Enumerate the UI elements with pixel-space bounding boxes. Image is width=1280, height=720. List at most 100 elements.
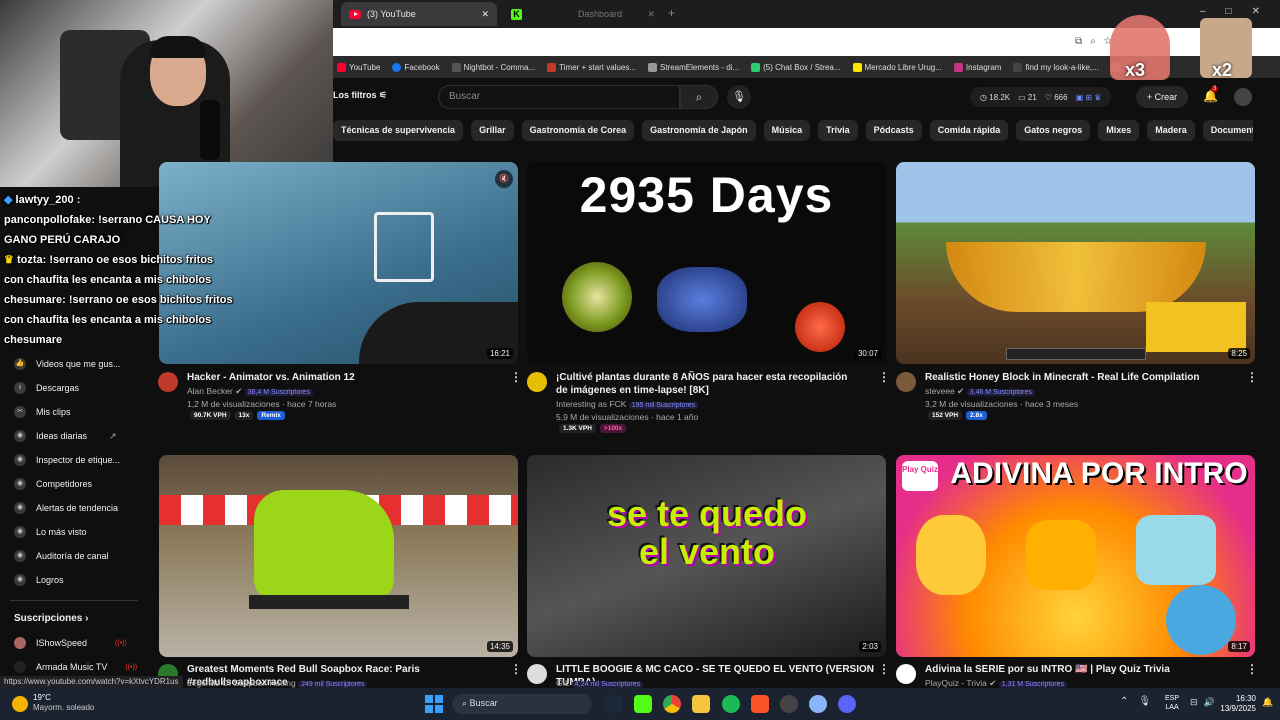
window-controls[interactable]: –□✕ bbox=[1200, 6, 1280, 17]
tray-status-icons[interactable]: ⊟🔊 bbox=[1190, 697, 1221, 708]
video-title[interactable]: ¡Cultivé plantas durante 8 AÑOS para hac… bbox=[556, 371, 856, 397]
chip[interactable]: Gatos negros bbox=[1016, 120, 1091, 141]
chip[interactable]: Trivia bbox=[818, 120, 858, 141]
sidebar-item-achievements[interactable]: ◉ Logros bbox=[14, 569, 64, 591]
subscriptions-heading[interactable]: Suscripciones › bbox=[14, 613, 88, 624]
filters-button[interactable]: Los filtros ⚟ bbox=[333, 90, 387, 101]
video-thumbnail[interactable]: se te quedo el vento 2:03 bbox=[527, 455, 886, 657]
subscriber-count: 249 mil Suscriptores bbox=[298, 681, 368, 688]
channel-avatar[interactable] bbox=[158, 372, 178, 392]
video-thumbnail[interactable]: 8:25 bbox=[896, 162, 1255, 364]
chrome-icon[interactable] bbox=[663, 695, 681, 713]
search-button[interactable]: ⌕ bbox=[680, 85, 718, 109]
channel-avatar[interactable] bbox=[896, 372, 916, 392]
sidebar-item-most-viewed[interactable]: ◉ Lo más visto bbox=[14, 521, 87, 543]
bookmark-timer[interactable]: Timer + start values... bbox=[547, 62, 636, 72]
extension-icons[interactable]: ▣ ⊞ ♛ bbox=[1076, 93, 1102, 102]
voice-search-button[interactable]: 🎙 bbox=[727, 85, 751, 109]
chip[interactable]: Técnicas de supervivencia bbox=[333, 120, 464, 141]
tab-youtube[interactable]: (3) YouTube ✕ bbox=[341, 2, 497, 26]
more-options-icon[interactable]: ⋮ bbox=[1246, 370, 1258, 384]
video-thumbnail[interactable]: 2935 Days 30:07 bbox=[527, 162, 886, 364]
language-indicator[interactable]: ESP LAA bbox=[1165, 694, 1179, 712]
close-tab-icon[interactable]: ✕ bbox=[481, 9, 489, 20]
channel-avatar[interactable] bbox=[527, 372, 547, 392]
kick-icon[interactable] bbox=[634, 695, 652, 713]
sidebar-item-liked[interactable]: 👍 Videos que me gus... bbox=[14, 353, 120, 375]
taskbar-search[interactable]: ⌕ Buscar bbox=[452, 694, 592, 714]
sidebar-item-ideas[interactable]: ◉ Ideas diarias ↗ bbox=[14, 425, 117, 447]
chip[interactable]: Documentales sobre naturaleza bbox=[1202, 120, 1253, 141]
sidebar-sub-ishowspeed[interactable]: IShowSpeed ((•)) bbox=[14, 632, 127, 654]
video-title[interactable]: Hacker - Animator vs. Animation 12 bbox=[187, 371, 497, 384]
sidebar-item-inspector[interactable]: ◉ Inspector de etique... bbox=[14, 449, 120, 471]
download-icon: ⭳ bbox=[14, 382, 26, 394]
bookmark-facebook[interactable]: Facebook bbox=[392, 62, 440, 72]
channel-avatar[interactable] bbox=[896, 664, 916, 684]
weather-icon[interactable] bbox=[12, 696, 28, 712]
video-title[interactable]: Realistic Honey Block in Minecraft - Rea… bbox=[925, 371, 1225, 384]
audit-icon: ◉ bbox=[14, 550, 26, 562]
webcam-overlay bbox=[0, 0, 333, 187]
bookmark-chatbox[interactable]: (5) Chat Box / Strea... bbox=[751, 62, 841, 72]
chip[interactable]: Grillar bbox=[471, 120, 514, 141]
discord-icon[interactable] bbox=[838, 695, 856, 713]
channel-avatar bbox=[14, 637, 26, 649]
video-thumbnail[interactable]: Play Quiz ADIVINA POR INTRO 8:17 bbox=[896, 455, 1255, 657]
bookmark-mercadolibre[interactable]: Mercado Libre Urug... bbox=[852, 62, 942, 72]
mute-icon[interactable]: 🔇 bbox=[495, 170, 513, 188]
video-channel[interactable]: steveee ✔ 3,46 M Suscriptores bbox=[925, 385, 1035, 399]
obs-icon[interactable] bbox=[780, 695, 798, 713]
remix-tag[interactable]: Remix bbox=[257, 411, 285, 420]
chip[interactable]: Gastronomía de Japón bbox=[642, 120, 756, 141]
folder-icon[interactable] bbox=[692, 695, 710, 713]
bookmark-streamelements[interactable]: StreamElements - di... bbox=[648, 62, 739, 72]
sidebar-item-alerts[interactable]: ◉ Alertas de tendencia bbox=[14, 497, 118, 519]
notification-center-icon[interactable]: 🔔 bbox=[1262, 697, 1273, 708]
bookmark-youtube[interactable]: YouTube bbox=[337, 62, 380, 72]
steam-icon[interactable] bbox=[604, 695, 622, 713]
weather-widget[interactable]: 19°C Mayorm. soleado bbox=[33, 693, 94, 713]
live-icon: ((•)) bbox=[115, 639, 127, 647]
windows-start-icon[interactable] bbox=[425, 695, 443, 713]
system-tray-icons[interactable]: ⌃🎙 bbox=[1120, 696, 1161, 707]
tomato-graphic bbox=[795, 302, 845, 352]
app-icon[interactable] bbox=[809, 695, 827, 713]
sidebar-item-downloads[interactable]: ⭳ Descargas bbox=[14, 377, 79, 399]
video-channel[interactable]: Interesting as FCK 195 mil Suscriptores bbox=[556, 398, 699, 412]
sidebar-item-clips[interactable]: ✂ Mis clips bbox=[14, 401, 71, 423]
chip[interactable]: Pódcasts bbox=[865, 120, 922, 141]
create-button[interactable]: + Crear bbox=[1136, 86, 1188, 108]
bookmark-instagram[interactable]: Instagram bbox=[953, 62, 1001, 72]
video-title[interactable]: Adivina la SERIE por su INTRO 🇺🇸 | Play … bbox=[925, 663, 1245, 676]
search-input[interactable]: Buscar bbox=[438, 85, 680, 109]
sidebar-item-audit[interactable]: ◉ Auditoría de canal bbox=[14, 545, 109, 567]
close-tab-icon[interactable]: ✕ bbox=[647, 9, 655, 20]
video-channel[interactable]: Alan Becker ✔ 36,4 M Suscriptores bbox=[187, 385, 313, 399]
more-options-icon[interactable]: ⋮ bbox=[878, 662, 890, 676]
spotify-icon[interactable] bbox=[722, 695, 740, 713]
sliders-icon: ⚟ bbox=[379, 90, 388, 100]
scissors-icon: ✂ bbox=[14, 406, 26, 418]
sidebar-sub-armada[interactable]: Armada Music TV ((•)) bbox=[14, 656, 137, 678]
brave-icon[interactable] bbox=[751, 695, 769, 713]
sidebar-item-competitors[interactable]: ◉ Competidores bbox=[14, 473, 92, 495]
clock[interactable]: 16:30 13/9/2025 bbox=[1220, 694, 1256, 714]
more-options-icon[interactable]: ⋮ bbox=[510, 662, 522, 676]
bookmark-lookalike[interactable]: find my look-a-like,... bbox=[1013, 62, 1099, 72]
bookmark-nightbot[interactable]: Nightbot - Comma... bbox=[451, 62, 535, 72]
chip[interactable]: Madera bbox=[1147, 120, 1195, 141]
account-avatar[interactable] bbox=[1234, 88, 1252, 106]
more-options-icon[interactable]: ⋮ bbox=[878, 370, 890, 384]
chip[interactable]: Gastronomía de Corea bbox=[521, 120, 635, 141]
chip[interactable]: Música bbox=[763, 120, 811, 141]
channel-avatar[interactable] bbox=[527, 664, 547, 684]
chip[interactable]: Comida rápida bbox=[929, 120, 1009, 141]
more-options-icon[interactable]: ⋮ bbox=[1246, 662, 1258, 676]
new-tab-button[interactable]: + bbox=[668, 6, 675, 20]
tab-dashboard[interactable]: K Dashboard ✕ bbox=[503, 2, 663, 26]
stats-widget: ◷ 18.2K ▭ 21 ♡ 666 ▣ ⊞ ♛ bbox=[970, 87, 1112, 107]
more-options-icon[interactable]: ⋮ bbox=[510, 370, 522, 384]
chip[interactable]: Mixes bbox=[1098, 120, 1140, 141]
video-thumbnail[interactable]: 14:35 bbox=[159, 455, 518, 657]
